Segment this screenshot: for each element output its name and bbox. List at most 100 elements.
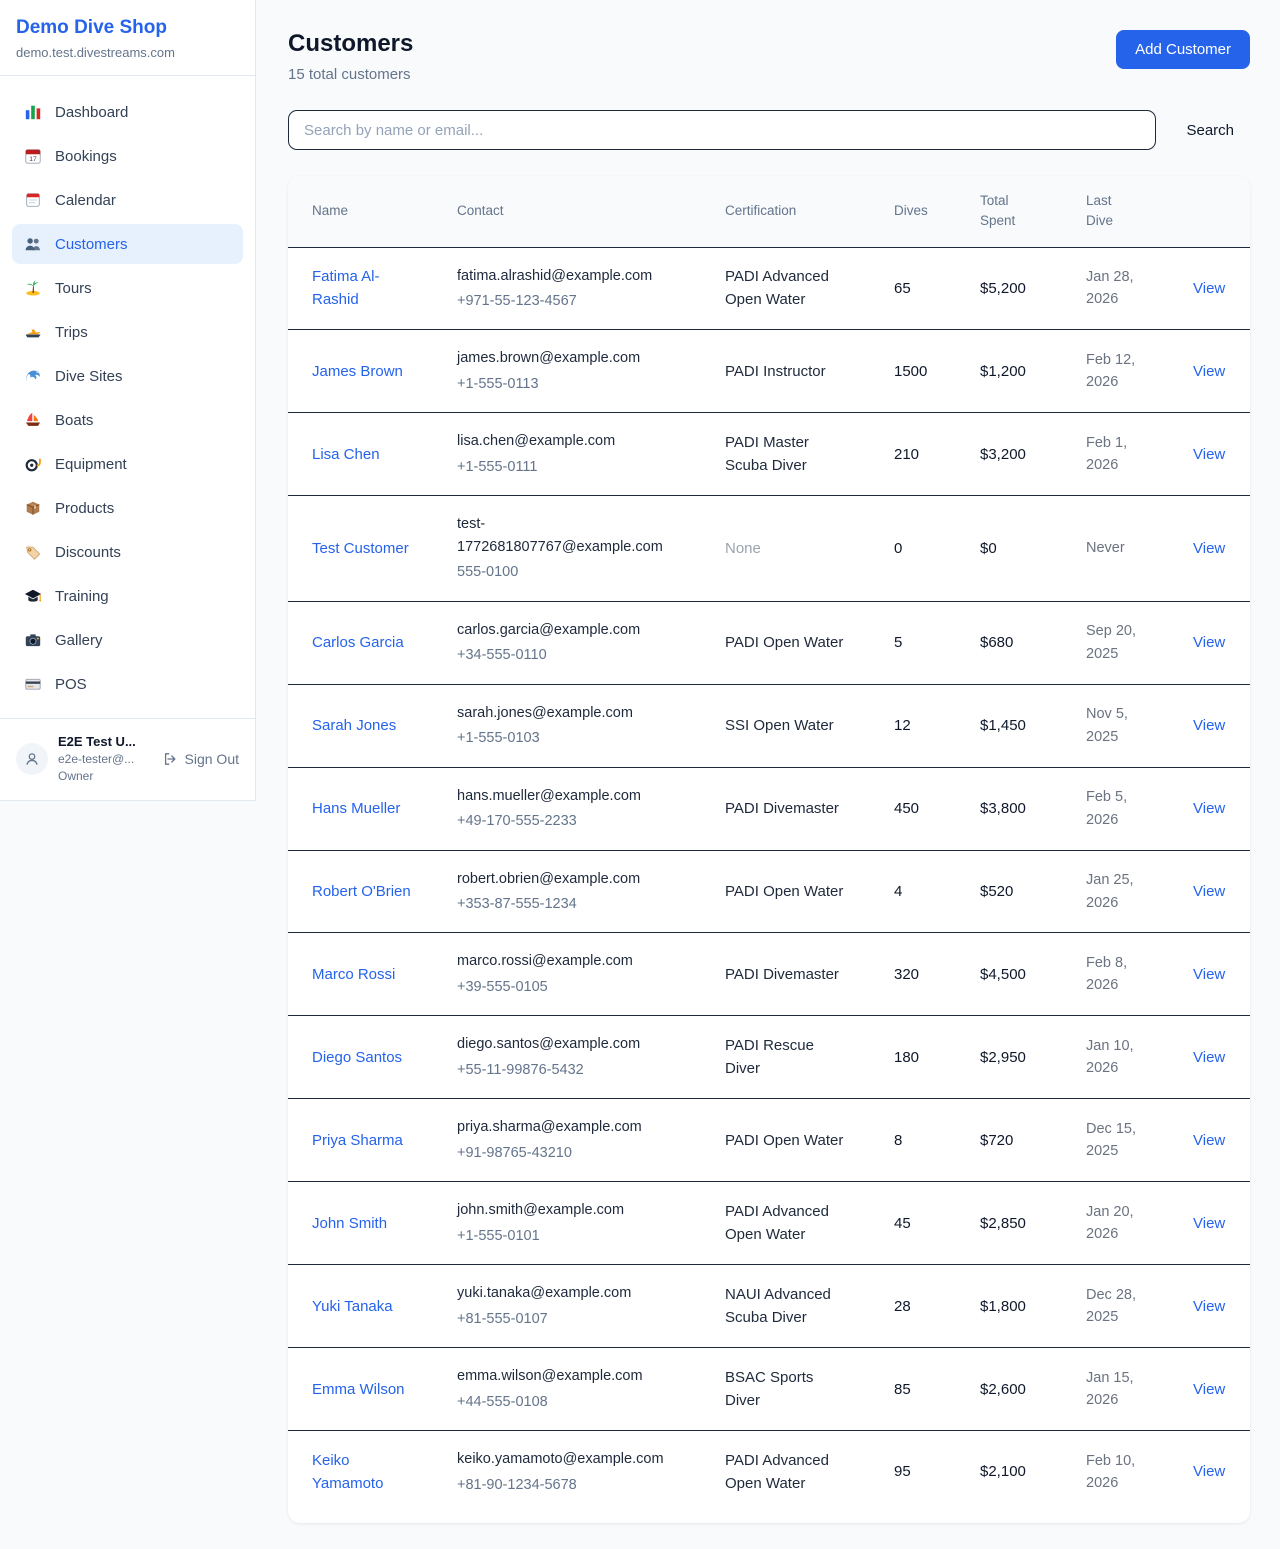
customer-email: hans.mueller@example.com (457, 785, 671, 807)
table-row: Fatima Al-Rashid fatima.alrashid@example… (288, 247, 1250, 330)
sign-out-button[interactable]: Sign Out (162, 751, 239, 767)
sign-out-label: Sign Out (185, 751, 239, 767)
view-link[interactable]: View (1193, 360, 1244, 383)
view-link[interactable]: View (1193, 631, 1244, 654)
view-link[interactable]: View (1193, 277, 1244, 300)
tag-icon (24, 543, 42, 561)
search-input[interactable] (288, 110, 1156, 150)
customer-name-link[interactable]: James Brown (312, 360, 412, 383)
customer-email: keiko.yamamoto@example.com (457, 1448, 671, 1470)
column-header-name: Name (288, 176, 433, 247)
customer-name-link[interactable]: Keiko Yamamoto (312, 1449, 412, 1496)
view-link[interactable]: View (1193, 1212, 1244, 1235)
customer-name-link[interactable]: Carlos Garcia (312, 631, 412, 654)
customer-email: carlos.garcia@example.com (457, 619, 671, 641)
view-link[interactable]: View (1193, 443, 1244, 466)
customer-total-spent: $520 (980, 880, 1056, 903)
view-link[interactable]: View (1193, 963, 1244, 986)
customer-last-dive: Nov 5, 2025 (1086, 703, 1152, 748)
view-link[interactable]: View (1193, 1378, 1244, 1401)
customer-email: james.brown@example.com (457, 347, 671, 369)
sidebar-item-tours[interactable]: Tours (12, 268, 243, 308)
view-link[interactable]: View (1193, 1460, 1244, 1483)
brand: Demo Dive Shop demo.test.divestreams.com (0, 0, 255, 75)
customer-email: sarah.jones@example.com (457, 702, 671, 724)
sidebar-item-dive-sites[interactable]: Dive Sites (12, 356, 243, 396)
customer-total-spent: $0 (980, 537, 1056, 560)
table-header-row: NameContactCertificationDivesTotal Spent… (288, 176, 1250, 247)
column-header-dives: Dives (870, 176, 956, 247)
customer-dives: 1500 (894, 360, 950, 383)
customer-name-link[interactable]: Emma Wilson (312, 1378, 412, 1401)
credit-card-icon (24, 675, 42, 693)
sidebar-item-pos[interactable]: POS (12, 664, 243, 704)
view-link[interactable]: View (1193, 797, 1244, 820)
customer-certification: PADI Master Scuba Diver (725, 431, 847, 478)
sidebar-item-gallery[interactable]: Gallery (12, 620, 243, 660)
view-link[interactable]: View (1193, 1129, 1244, 1152)
sidebar-item-equipment[interactable]: Equipment (12, 444, 243, 484)
customer-name-link[interactable]: Diego Santos (312, 1046, 412, 1069)
customer-email: lisa.chen@example.com (457, 430, 671, 452)
customer-last-dive: Sep 20, 2025 (1086, 620, 1152, 665)
sidebar-item-trips[interactable]: Trips (12, 312, 243, 352)
customer-dives: 5 (894, 631, 950, 654)
sidebar-item-label: Training (55, 588, 109, 605)
customer-name-link[interactable]: John Smith (312, 1212, 412, 1235)
customer-name-link[interactable]: Priya Sharma (312, 1129, 412, 1152)
customer-last-dive: Jan 25, 2026 (1086, 869, 1152, 914)
customer-dives: 180 (894, 1046, 950, 1069)
table-row: Diego Santos diego.santos@example.com +5… (288, 1016, 1250, 1099)
sidebar-item-label: Trips (55, 324, 88, 341)
customer-last-dive: Feb 12, 2026 (1086, 349, 1152, 394)
sidebar-item-label: Customers (55, 236, 128, 253)
customer-last-dive: Feb 5, 2026 (1086, 786, 1152, 831)
sidebar-item-dashboard[interactable]: Dashboard (12, 92, 243, 132)
bar-chart-icon (24, 103, 42, 121)
view-link[interactable]: View (1193, 537, 1244, 560)
customer-total-spent: $5,200 (980, 277, 1056, 300)
customer-dives: 320 (894, 963, 950, 986)
customer-email: john.smith@example.com (457, 1199, 671, 1221)
customer-name-link[interactable]: Lisa Chen (312, 443, 412, 466)
customer-name-link[interactable]: Fatima Al-Rashid (312, 265, 412, 312)
customer-dives: 12 (894, 714, 950, 737)
customer-total-spent: $2,850 (980, 1212, 1056, 1235)
customer-certification: PADI Open Water (725, 1129, 847, 1152)
column-header-actions (1169, 176, 1250, 247)
customer-phone: +44-555-0108 (457, 1391, 695, 1413)
customer-phone: +1-555-0111 (457, 456, 695, 478)
sidebar-item-customers[interactable]: Customers (12, 224, 243, 264)
view-link[interactable]: View (1193, 880, 1244, 903)
island-icon (24, 279, 42, 297)
customer-name-link[interactable]: Hans Mueller (312, 797, 412, 820)
customer-name-link[interactable]: Yuki Tanaka (312, 1295, 412, 1318)
sidebar-item-bookings[interactable]: 17 Bookings (12, 136, 243, 176)
sidebar-item-calendar[interactable]: Calendar (12, 180, 243, 220)
view-link[interactable]: View (1193, 714, 1244, 737)
add-customer-button[interactable]: Add Customer (1116, 30, 1250, 69)
search-button[interactable]: Search (1170, 114, 1250, 147)
customer-dives: 45 (894, 1212, 950, 1235)
sidebar-item-products[interactable]: Products (12, 488, 243, 528)
sidebar-item-training[interactable]: Training (12, 576, 243, 616)
sailboat-icon (24, 411, 42, 429)
dive-mask-icon (24, 455, 42, 473)
customer-name-link[interactable]: Robert O'Brien (312, 880, 412, 903)
customer-dives: 85 (894, 1378, 950, 1401)
sidebar-item-label: Calendar (55, 192, 116, 209)
sidebar-item-discounts[interactable]: Discounts (12, 532, 243, 572)
table-row: Yuki Tanaka yuki.tanaka@example.com +81-… (288, 1265, 1250, 1348)
customer-name-link[interactable]: Test Customer (312, 537, 412, 560)
sidebar-item-label: Tours (55, 280, 92, 297)
customer-name-link[interactable]: Marco Rossi (312, 963, 412, 986)
sidebar-item-boats[interactable]: Boats (12, 400, 243, 440)
customer-name-link[interactable]: Sarah Jones (312, 714, 412, 737)
brand-domain: demo.test.divestreams.com (16, 45, 239, 60)
view-link[interactable]: View (1193, 1295, 1244, 1318)
page-header-text: Customers 15 total customers (288, 30, 413, 83)
logout-icon (162, 751, 178, 767)
view-link[interactable]: View (1193, 1046, 1244, 1069)
user-email: e2e-tester@... (58, 752, 152, 766)
customer-email: robert.obrien@example.com (457, 868, 671, 890)
